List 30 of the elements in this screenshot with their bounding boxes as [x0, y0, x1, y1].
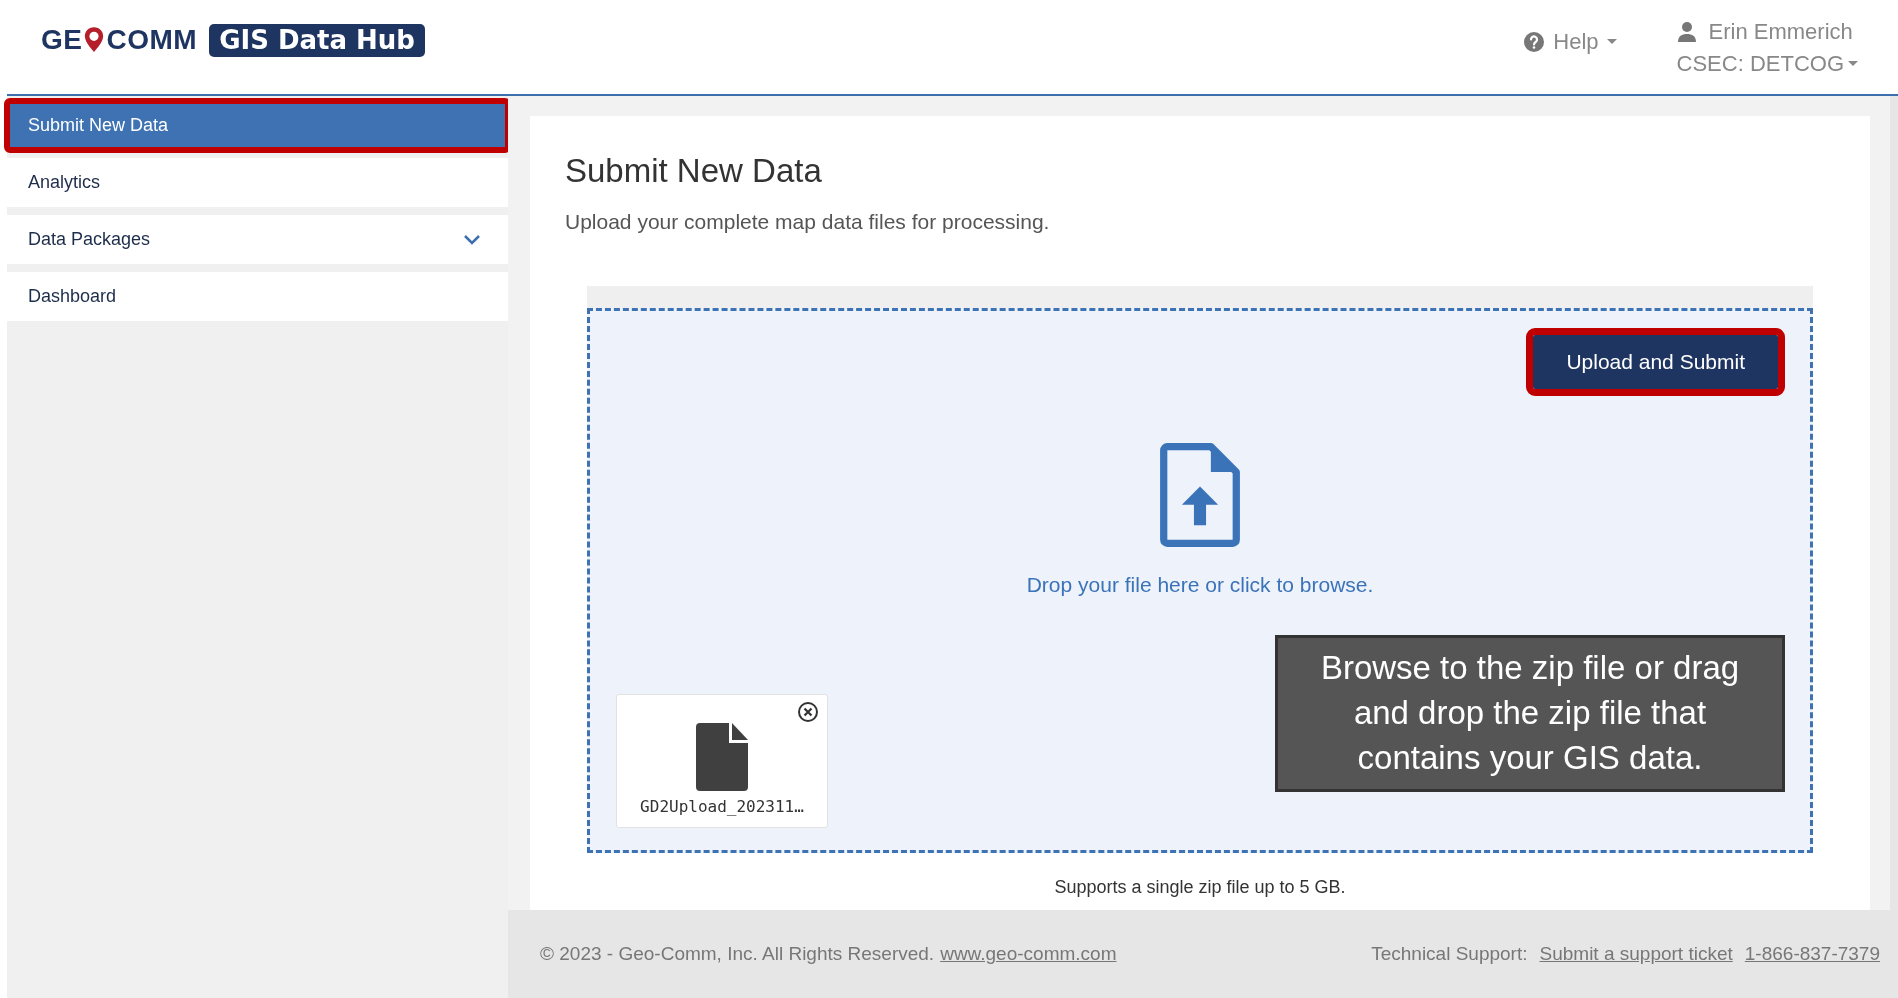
logo-badge: GIS Data Hub	[209, 23, 425, 57]
file-icon	[696, 723, 748, 791]
file-limit-note: Supports a single zip file up to 5 GB.	[1053, 877, 1347, 898]
caret-icon	[1848, 61, 1858, 67]
sidebar-item[interactable]: Submit New Data	[7, 101, 508, 150]
support-ticket-link[interactable]: Submit a support ticket	[1539, 943, 1733, 965]
map-pin-icon	[83, 26, 106, 54]
caret-icon	[1606, 39, 1617, 45]
help-icon	[1523, 31, 1546, 53]
support-label: Technical Support:	[1371, 943, 1528, 965]
sidebar-item[interactable]: Dashboard	[7, 272, 508, 321]
logo-wordmark: GE	[41, 24, 83, 56]
user-name: Erin Emmerich	[1708, 19, 1853, 45]
help-menu[interactable]: Help	[1523, 29, 1617, 55]
file-drop-zone[interactable]: Upload and Submit Drop your file here or click to browse. GD2Upload_202311… Browse to the zip file or drag and drop the zip file that contains your GIS data.	[587, 308, 1813, 853]
copyright-text: © 2023 - Geo-Comm, Inc. All Rights Reserved.	[540, 943, 935, 965]
logo-wordmark: COMM	[106, 24, 198, 56]
website-link[interactable]: www.geo-comm.com	[940, 943, 1117, 965]
sidebar-item[interactable]: Data Packages	[7, 215, 508, 264]
file-name: GD2Upload_202311…	[640, 797, 804, 816]
page-title: Submit New Data	[565, 152, 823, 190]
page-subtitle: Upload your complete map data files for processing.	[565, 210, 1051, 234]
drop-prompt: Drop your file here or click to browse.	[1026, 573, 1374, 597]
organization-menu[interactable]: CSEC: DETCOG	[1676, 51, 1858, 77]
phone-link[interactable]: 1-866-837-7379	[1744, 943, 1880, 965]
sidebar-item[interactable]: Analytics	[7, 158, 508, 207]
callout-box: Browse to the zip file or drag and drop the zip file that contains your GIS data.	[1275, 635, 1785, 792]
remove-icon[interactable]	[797, 701, 819, 723]
file-upload-icon	[1160, 443, 1240, 547]
user-icon	[1676, 21, 1697, 43]
